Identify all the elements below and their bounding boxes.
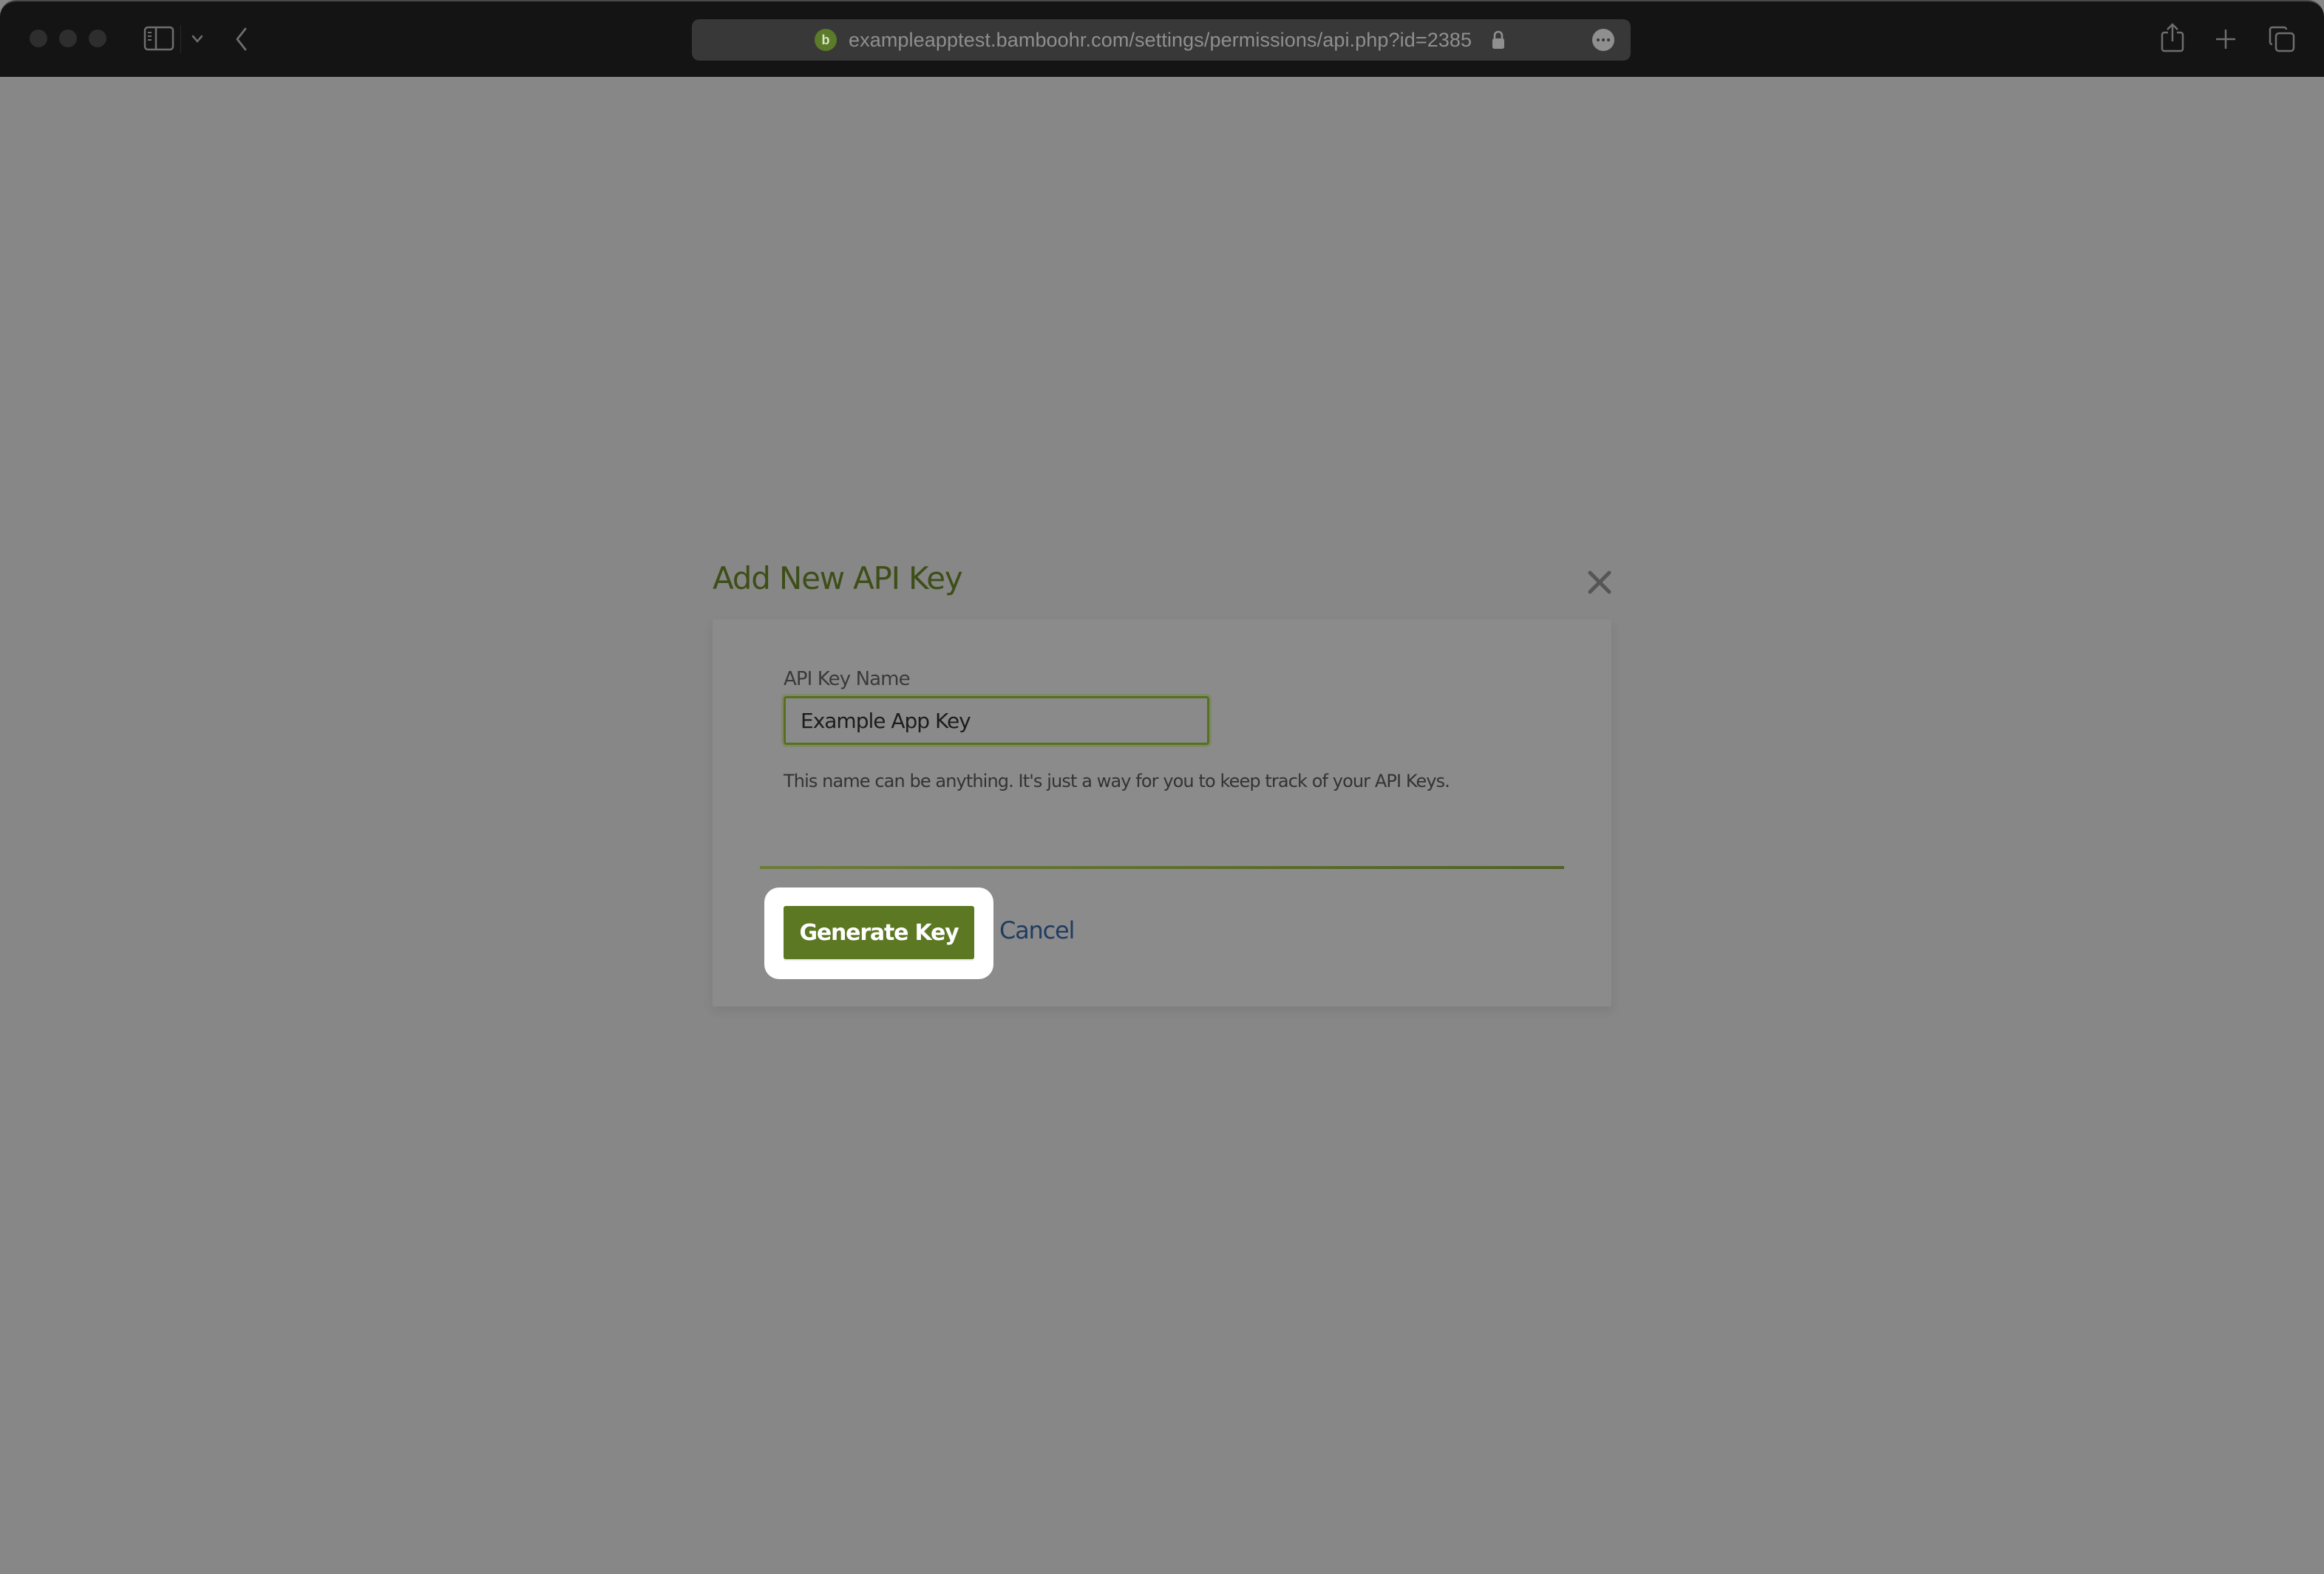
api-key-name-input[interactable] [784,696,1209,745]
sidebar-toggle-icon[interactable] [143,26,174,51]
api-key-name-help-text: This name can be anything. It's just a w… [784,771,1450,791]
close-icon[interactable] [1585,568,1614,597]
url-text[interactable]: exampleapptest.bamboohr.com/settings/per… [849,19,1472,61]
tab-overview-icon[interactable] [2268,25,2296,53]
api-key-name-label: API Key Name [784,668,911,690]
close-window-button[interactable] [30,30,47,47]
lock-icon [1492,30,1504,49]
more-options-icon[interactable] [1592,29,1614,51]
plus-icon[interactable] [2215,28,2237,50]
modal-body: API Key Name This name can be anything. … [713,619,1611,1006]
generate-key-button[interactable]: Generate Key [784,906,974,959]
address-bar[interactable]: b exampleapptest.bamboohr.com/settings/p… [692,19,1631,61]
share-icon[interactable] [2160,22,2185,53]
chevron-down-icon[interactable] [191,34,204,44]
site-favicon: b [815,29,837,51]
browser-toolbar: b exampleapptest.bamboohr.com/settings/p… [0,0,2324,77]
minimize-window-button[interactable] [59,30,77,47]
cancel-link[interactable]: Cancel [999,916,1075,944]
toolbar-separator [180,25,181,53]
form-divider [760,866,1564,869]
modal-title: Add New API Key [713,560,963,596]
zoom-window-button[interactable] [89,30,106,47]
back-arrow-icon[interactable] [234,27,250,52]
